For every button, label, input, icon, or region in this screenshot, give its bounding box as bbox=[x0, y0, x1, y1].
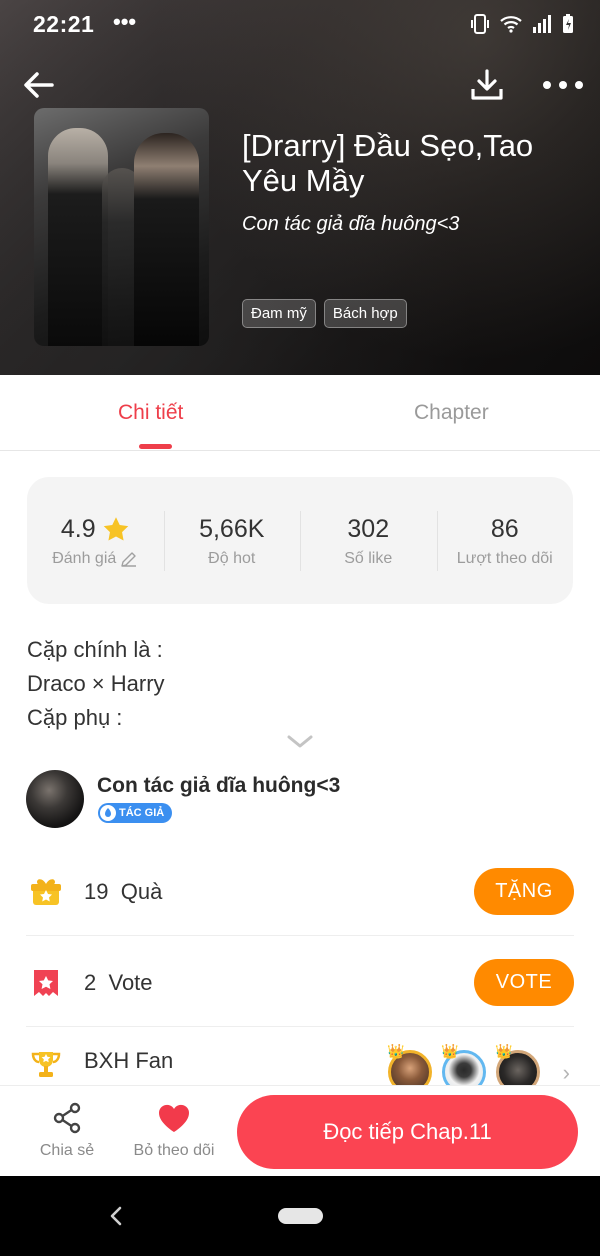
edit-pencil-icon bbox=[121, 552, 137, 567]
back-arrow-icon bbox=[24, 72, 54, 98]
author-info[interactable]: Con tác giả dĩa huông<3 TÁC GIẢ bbox=[26, 770, 574, 828]
share-button[interactable]: Chia sẻ bbox=[38, 1100, 96, 1160]
status-time: 22:21 bbox=[33, 11, 95, 37]
author-avatar[interactable] bbox=[26, 770, 84, 828]
vote-count: 2 Vote bbox=[84, 970, 153, 995]
signal-icon bbox=[532, 15, 552, 38]
download-button[interactable] bbox=[466, 64, 508, 106]
share-label: Chia sẻ bbox=[39, 1142, 95, 1159]
vibrate-icon bbox=[470, 13, 490, 40]
vote-row: 2 Vote VOTE bbox=[26, 937, 574, 1027]
crown-icon: 👑 bbox=[387, 1043, 405, 1059]
download-icon bbox=[471, 69, 503, 100]
more-options-button[interactable] bbox=[538, 64, 588, 106]
notification-dots: ••• bbox=[113, 9, 137, 34]
nav-home-pill[interactable] bbox=[278, 1208, 323, 1224]
bottom-action-bar: Chia sẻ Bỏ theo dõi Đọc tiếp Chap.11 bbox=[0, 1085, 600, 1176]
vote-button[interactable]: VOTE bbox=[474, 959, 574, 1006]
unfollow-label: Bỏ theo dõi bbox=[133, 1142, 215, 1159]
chevron-down-icon bbox=[287, 735, 313, 748]
book-author[interactable]: Con tác giả dĩa huông<3 bbox=[242, 213, 459, 236]
rating-value: 4.9 bbox=[60, 515, 96, 543]
hot-value: 5,66K bbox=[199, 515, 265, 543]
fan-ranking-label: BXH Fan bbox=[84, 1048, 174, 1073]
heart-icon bbox=[158, 1104, 190, 1132]
book-description: Cặp chính là : Draco × Harry Cặp phụ : bbox=[27, 633, 165, 735]
nav-back-icon bbox=[110, 1206, 122, 1226]
crown-icon: 👑 bbox=[495, 1043, 513, 1059]
description-line: Cặp chính là : bbox=[27, 637, 163, 662]
description-line: Draco × Harry bbox=[27, 671, 165, 696]
stat-likes: 302 Số like bbox=[300, 477, 437, 604]
rating-label: Đánh giá bbox=[52, 550, 117, 567]
book-cover-image bbox=[34, 108, 209, 346]
system-navigation-bar bbox=[0, 1176, 600, 1256]
tab-detail[interactable]: Chi tiết bbox=[118, 401, 183, 425]
crown-icon: 👑 bbox=[441, 1043, 459, 1059]
stat-rating[interactable]: 4.9 Đánh giá bbox=[27, 477, 164, 604]
give-gift-button[interactable]: TẶNG bbox=[474, 868, 574, 915]
tag-bach-hop[interactable]: Bách hợp bbox=[323, 299, 407, 328]
wifi-icon bbox=[500, 15, 522, 38]
tag-dam-my[interactable]: Đam mỹ bbox=[242, 299, 316, 328]
like-value: 302 bbox=[347, 515, 390, 543]
hot-label: Độ hot bbox=[208, 550, 256, 567]
unfollow-button[interactable]: Bỏ theo dõi bbox=[130, 1100, 218, 1160]
author-badge-label: TÁC GIẢ bbox=[119, 807, 165, 819]
description-line: Cặp phụ : bbox=[27, 705, 123, 730]
tab-bar: Chi tiết Chapter bbox=[0, 375, 600, 451]
more-icon bbox=[543, 81, 583, 89]
author-badge-icon bbox=[100, 805, 116, 821]
book-header: 22:21 ••• [Drarry] Đầu Sẹo,Tao Yêu Mầy C… bbox=[0, 0, 600, 375]
vote-ticket-icon bbox=[34, 970, 58, 996]
active-tab-indicator bbox=[139, 444, 172, 449]
back-button[interactable] bbox=[18, 64, 60, 106]
gift-row: 19 Quà TẶNG bbox=[26, 846, 574, 936]
follow-value: 86 bbox=[490, 515, 519, 543]
gift-count: 19 Quà bbox=[84, 879, 163, 904]
follow-label: Lượt theo dõi bbox=[456, 550, 553, 567]
tab-chapter[interactable]: Chapter bbox=[414, 401, 489, 425]
continue-reading-button[interactable]: Đọc tiếp Chap.11 bbox=[237, 1095, 578, 1169]
star-icon bbox=[103, 517, 128, 541]
gift-icon bbox=[31, 879, 61, 905]
share-icon bbox=[53, 1102, 81, 1134]
chevron-right-icon[interactable]: › bbox=[563, 1060, 570, 1086]
genre-tags: Đam mỹ Bách hợp bbox=[242, 299, 407, 328]
stats-card: 4.9 Đánh giá 5,66K Độ hot 302 Số like 86… bbox=[27, 477, 573, 604]
status-bar: 22:21 ••• bbox=[0, 0, 600, 50]
stat-hot: 5,66K Độ hot bbox=[163, 477, 301, 604]
battery-icon bbox=[562, 14, 574, 39]
trophy-icon bbox=[31, 1052, 61, 1077]
nav-back-button[interactable] bbox=[104, 1202, 128, 1230]
author-badge: TÁC GIẢ bbox=[98, 803, 173, 823]
expand-description-button[interactable] bbox=[286, 732, 314, 752]
author-name[interactable]: Con tác giả dĩa huông<3 bbox=[97, 774, 340, 798]
stat-followers: 86 Lượt theo dõi bbox=[436, 477, 574, 604]
like-label: Số like bbox=[344, 550, 393, 567]
book-title: [Drarry] Đầu Sẹo,Tao Yêu Mầy bbox=[242, 128, 534, 198]
status-icons bbox=[470, 13, 574, 40]
